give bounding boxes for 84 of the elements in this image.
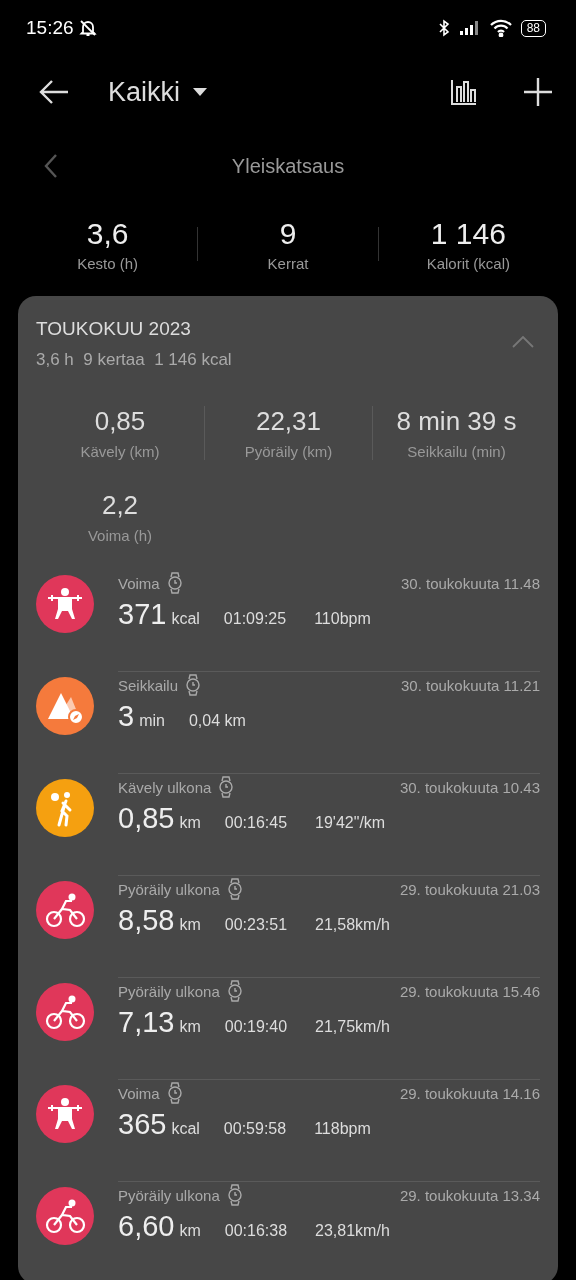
- activity-unit: km: [179, 916, 201, 934]
- activity-date: 29. toukokuuta 15.46: [399, 982, 540, 1000]
- watch-icon: [227, 980, 242, 1002]
- activity-stat: 00:16:38: [224, 1222, 288, 1240]
- stat-value: 8 min 39 s: [396, 406, 517, 437]
- activity-value: 0,85: [118, 802, 175, 835]
- watch-icon: [219, 776, 234, 798]
- activity-stat: 21,58km/h: [315, 916, 390, 934]
- watch-icon: [186, 674, 201, 696]
- activity-row[interactable]: Pyöräily ulkona 29. toukokuuta 13.34 6,60 km 00:16:38 23,81km/h: [36, 1182, 540, 1280]
- activity-row[interactable]: Voima 29. toukokuuta 14.16 365 kcal 00:59:58 118bpm: [36, 1080, 540, 1182]
- stat-label: Kalorit (kcal): [426, 254, 510, 272]
- activity-date: 29. toukokuuta 14.16: [399, 1084, 540, 1102]
- activity-stat: 118bpm: [314, 1120, 371, 1138]
- activity-name: Pyöräily ulkona: [118, 982, 220, 1000]
- activity-stat: 0,04 km: [188, 712, 246, 730]
- activity-name: Pyöräily ulkona: [118, 1186, 220, 1204]
- activity-value: 7,13: [118, 1006, 175, 1039]
- stat-label: Kävely (km): [80, 443, 160, 460]
- activity-value: 8,58: [118, 904, 175, 937]
- activity-unit: km: [179, 814, 201, 832]
- activity-row[interactable]: Pyöräily ulkona 29. toukokuuta 21.03 8,58 km 00:23:51 21,58km/h: [36, 876, 540, 978]
- activity-stat: 21,75km/h: [315, 1018, 390, 1036]
- activity-value: 6,60: [118, 1210, 175, 1243]
- activity-stat: 19'42"/km: [315, 814, 386, 832]
- previous-chevron-icon[interactable]: [44, 153, 58, 179]
- wifi-icon: [488, 19, 513, 37]
- month-title: TOUKOKUU 2023: [36, 318, 192, 340]
- activity-name: Pyöräily ulkona: [118, 880, 220, 898]
- stat-value: 9: [279, 216, 297, 251]
- watch-icon: [227, 878, 242, 900]
- activity-row[interactable]: Voima 30. toukokuuta 11.48 371 kcal 01:09:25 110bpm: [36, 570, 540, 672]
- activity-unit: min: [139, 712, 165, 730]
- watch-icon: [227, 1184, 242, 1206]
- caret-icon: [192, 87, 209, 97]
- bar-chart-icon[interactable]: [450, 78, 478, 106]
- month-summary: 3,6 h 9 kertaa 1 146 kcal: [36, 350, 233, 370]
- activity-name: Kävely ulkona: [118, 778, 212, 796]
- muted-bell-icon: [77, 18, 98, 38]
- activity-stat: 00:23:51: [224, 916, 288, 934]
- watch-icon: [167, 572, 182, 594]
- activity-value: 3: [118, 700, 135, 733]
- activity-date: 29. toukokuuta 21.03: [399, 880, 540, 898]
- signal-icon: [458, 20, 481, 36]
- stat-label: Seikkailu (min): [407, 443, 506, 460]
- activity-stat: 01:09:25: [223, 610, 287, 628]
- activity-name: Seikkailu: [118, 676, 179, 694]
- activity-row[interactable]: Seikkailu 30. toukokuuta 11.21 3 min 0,04 km: [36, 672, 540, 774]
- activity-date: 30. toukokuuta 11.21: [401, 676, 540, 694]
- activity-unit: km: [179, 1018, 201, 1036]
- overview-title: Yleiskatsaus: [230, 154, 346, 178]
- activity-unit: kcal: [171, 610, 200, 628]
- activity-date: 30. toukokuuta 11.48: [401, 574, 540, 592]
- activity-unit: km: [179, 1222, 201, 1240]
- stat-label: Kesto (h): [77, 254, 139, 272]
- activity-stat: 23,81km/h: [315, 1222, 390, 1240]
- add-icon[interactable]: [522, 76, 554, 108]
- stat-value: 22,31: [255, 406, 322, 437]
- stat-label: Pyöräily (km): [244, 443, 333, 460]
- stat-value: 3,6: [86, 216, 129, 251]
- activity-date: 29. toukokuuta 13.34: [399, 1186, 540, 1204]
- stat-label: Kerrat: [267, 254, 309, 272]
- activity-row[interactable]: Kävely ulkona 30. toukokuuta 10.43 0,85 km 00:16:45 19'42"/km: [36, 774, 540, 876]
- activity-date: 30. toukokuuta 10.43: [399, 778, 540, 796]
- activity-value: 371: [118, 598, 167, 631]
- back-arrow-icon[interactable]: [38, 78, 70, 106]
- stat-label: Voima (h): [87, 527, 153, 544]
- filter-dropdown[interactable]: Kaikki: [108, 76, 209, 108]
- activity-name: Voima: [118, 574, 160, 592]
- activity-row[interactable]: Pyöräily ulkona 29. toukokuuta 15.46 7,13 km 00:19:40 21,75km/h: [36, 978, 540, 1080]
- watch-icon: [167, 1082, 182, 1104]
- bluetooth-icon: [436, 19, 451, 37]
- status-time: 15:26: [26, 17, 74, 39]
- stat-value: 2,2: [101, 490, 139, 521]
- activity-stat: 00:59:58: [223, 1120, 287, 1138]
- activity-stat: 00:16:45: [224, 814, 288, 832]
- activity-name: Voima: [118, 1084, 160, 1102]
- activity-unit: kcal: [171, 1120, 200, 1138]
- activity-stat: 00:19:40: [224, 1018, 288, 1036]
- stat-value: 0,85: [94, 406, 146, 437]
- stat-value: 1 146: [430, 216, 506, 251]
- battery-indicator: 88: [520, 19, 546, 37]
- activity-value: 365: [118, 1108, 167, 1141]
- activity-stat: 110bpm: [314, 610, 371, 628]
